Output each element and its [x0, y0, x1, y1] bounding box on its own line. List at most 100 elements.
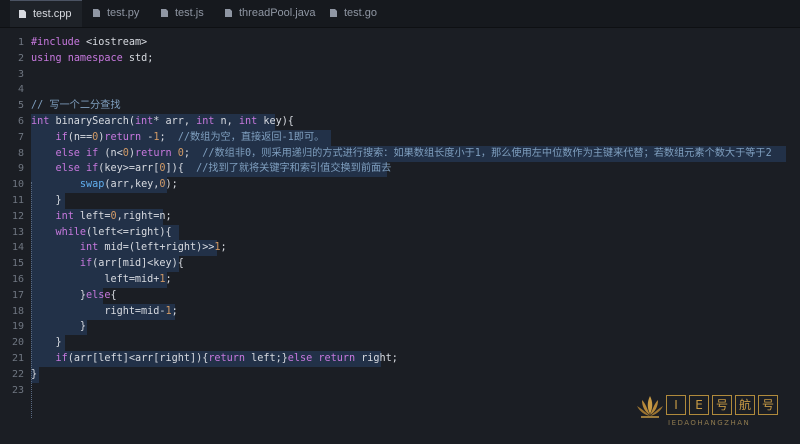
code-token: using	[31, 53, 62, 64]
line-number: 8	[17, 148, 24, 159]
tab-test-go[interactable]: test.go	[321, 0, 389, 27]
line-number: 22	[11, 369, 24, 380]
tab-bar: test.cpp test.py test.js threadPool.java tes…	[0, 0, 800, 28]
code-token: (arr[left]<arr[right]){	[67, 353, 209, 364]
code-token: left=mid+	[31, 274, 160, 285]
line-number: 13	[11, 227, 24, 238]
code-text: if(arr[mid]<key){	[31, 256, 184, 272]
code-line[interactable]: 22}	[0, 367, 800, 383]
code-text: int binarySearch(int* arr, int n, int ke…	[31, 114, 294, 130]
tab-label: threadPool.java	[239, 7, 316, 19]
code-line[interactable]: 13 while(left<=right){	[0, 225, 800, 241]
code-token: <iostream>	[79, 37, 148, 48]
line-number: 12	[11, 211, 24, 222]
tab-test-js[interactable]: test.js	[152, 0, 214, 27]
code-line[interactable]: 21 if(arr[left]<arr[right]){return left;…	[0, 351, 800, 367]
line-number: 6	[17, 116, 24, 127]
code-text: }	[31, 335, 61, 351]
code-line[interactable]: 9 else if(key>=arr[0]){ //找到了就将关键字和索引值交换…	[0, 161, 800, 177]
tab-threadpool-java[interactable]: threadPool.java	[216, 0, 319, 27]
code-token: else if	[55, 163, 99, 174]
line-number: 23	[11, 385, 24, 396]
file-icon	[161, 9, 168, 17]
file-icon	[225, 9, 232, 17]
code-text: swap(arr,key,0);	[31, 177, 178, 193]
code-token: (n==	[67, 132, 93, 143]
watermark-char: I	[666, 395, 686, 415]
code-line[interactable]: 3	[0, 67, 800, 83]
code-token: return	[208, 353, 245, 364]
line-number: 17	[11, 290, 24, 301]
code-token: #include	[31, 37, 80, 48]
code-token: right;	[355, 353, 398, 364]
code-token: while	[55, 227, 87, 238]
code-line[interactable]: 2 using namespace std;	[0, 51, 800, 67]
code-token: return	[318, 353, 356, 364]
file-icon	[93, 9, 100, 17]
code-line[interactable]: 7 if(n==0)return -1; //数组为空，直接返回-1即可。	[0, 130, 800, 146]
code-line[interactable]: 10 swap(arr,key,0);	[0, 177, 800, 193]
code-token: return	[104, 132, 142, 143]
code-line[interactable]: 8 else if (n<0)return 0; //数组非0，则采用递归的方式…	[0, 146, 800, 162]
watermark-logo: IE号航号 IEDAOHANGZHAN	[636, 391, 786, 435]
code-editor[interactable]: 1 #include <iostream> 2 using namespace std…	[0, 32, 800, 444]
line-number: 7	[17, 132, 24, 143]
code-token: if	[55, 353, 68, 364]
code-line[interactable]: 20 }	[0, 335, 800, 351]
code-token: key){	[257, 116, 294, 127]
code-token: * arr,	[153, 116, 197, 127]
line-number: 5	[17, 100, 24, 111]
code-token: if	[55, 132, 68, 143]
tab-label: test.py	[107, 7, 140, 19]
tab-test-py[interactable]: test.py	[84, 0, 150, 27]
code-line[interactable]: 6 int binarySearch(int* arr, int n, int k…	[0, 114, 800, 130]
file-icon	[19, 10, 26, 18]
line-number: 3	[17, 69, 24, 80]
code-token: ;	[183, 148, 203, 159]
code-text: else if (n<0)return 0; //数组非0，则采用递归的方式进行…	[31, 146, 771, 162]
code-token: int	[238, 116, 258, 127]
code-line[interactable]: 14 int mid=(left+right)>>1;	[0, 240, 800, 256]
code-text: using namespace std;	[31, 51, 153, 67]
code-token: mid=(left+right)>>	[98, 242, 215, 253]
code-line[interactable]: 1 #include <iostream>	[0, 35, 800, 51]
code-text: else if(key>=arr[0]){ //找到了就将关键字和索引值交换到前…	[31, 161, 391, 177]
code-token: left=	[73, 211, 111, 222]
code-line[interactable]: 18 right=mid-1;	[0, 304, 800, 320]
code-line[interactable]: 17 }else{	[0, 288, 800, 304]
code-line[interactable]: 11 }	[0, 193, 800, 209]
code-token: int	[79, 242, 99, 253]
code-token: left;}	[245, 353, 288, 364]
indent-guide	[31, 182, 32, 418]
code-text: right=mid-1;	[31, 304, 177, 320]
tab-test-cpp[interactable]: test.cpp	[10, 0, 82, 27]
code-line[interactable]: 4	[0, 82, 800, 98]
line-number: 20	[11, 337, 24, 348]
code-line[interactable]: 16 left=mid+1;	[0, 272, 800, 288]
code-line[interactable]: 12 int left=0,right=n;	[0, 209, 800, 225]
code-token: right=mid-	[31, 306, 166, 317]
code-line[interactable]: 15 if(arr[mid]<key){	[0, 256, 800, 272]
lotus-icon	[637, 396, 663, 418]
line-number: 1	[17, 37, 24, 48]
code-token: // 写一个二分查找	[31, 100, 121, 111]
code-token: else if	[55, 148, 99, 159]
code-token: }	[31, 195, 62, 206]
code-line[interactable]: 19 }	[0, 319, 800, 335]
file-icon	[330, 9, 337, 17]
watermark-char: 航	[735, 395, 755, 415]
code-line[interactable]: 5 // 写一个二分查找	[0, 98, 800, 114]
code-token: int	[55, 211, 74, 222]
code-token: (n<	[98, 148, 123, 159]
code-text: }else{	[31, 288, 117, 304]
code-token: swap	[79, 179, 105, 190]
code-token: (key>=arr[	[98, 163, 160, 174]
code-token: //数组为空，直接返回-1即可。	[177, 132, 325, 143]
code-text: }	[31, 193, 62, 209]
